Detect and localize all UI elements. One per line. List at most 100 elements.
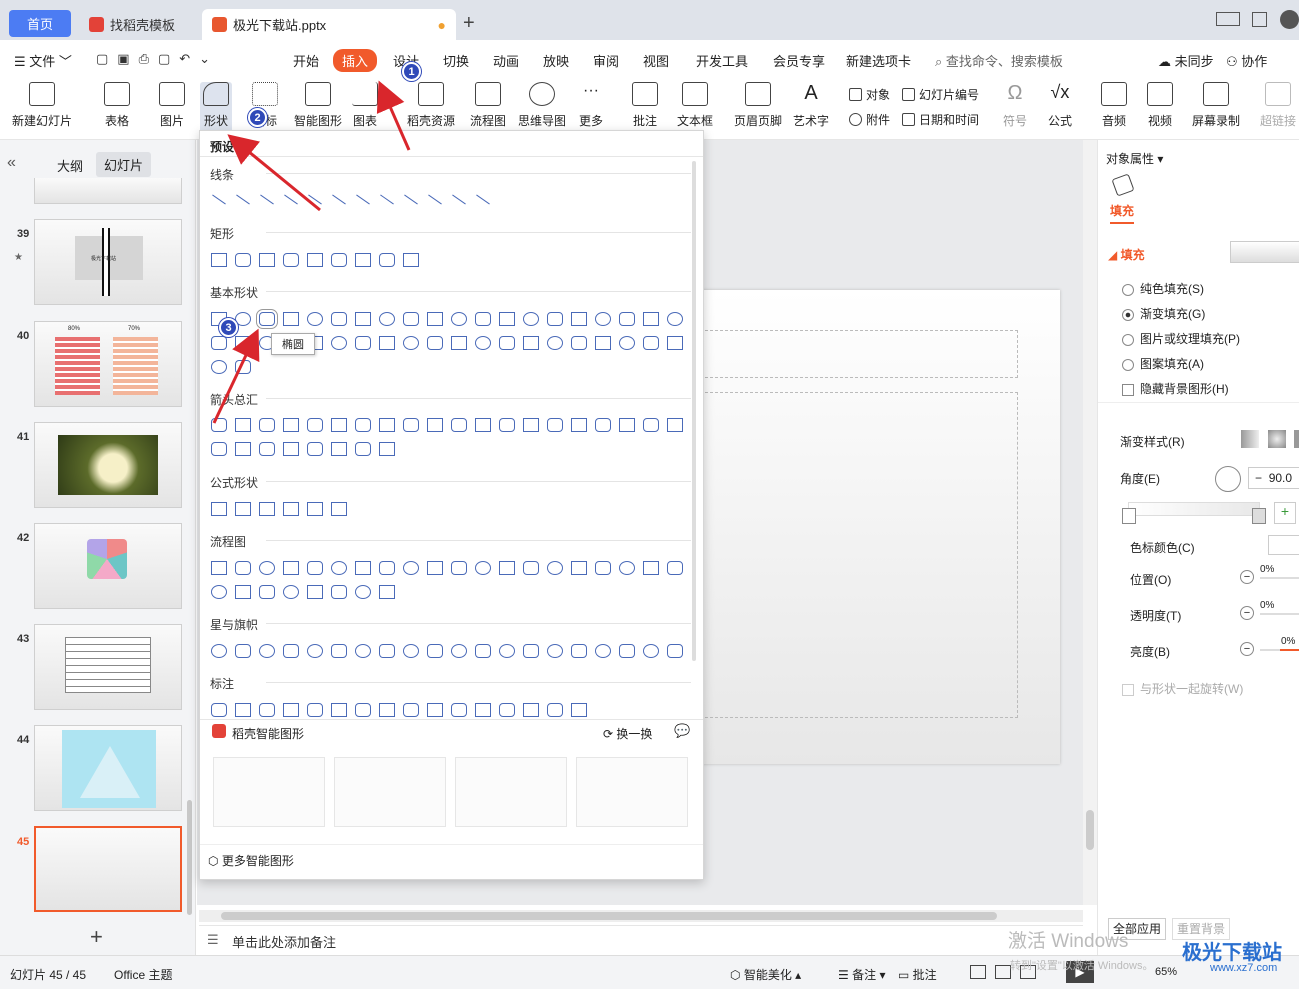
smart-beautify-button[interactable]: ⬡ 智能美化 ▴ xyxy=(730,966,801,983)
flowchart-shape-6[interactable] xyxy=(331,561,347,575)
menu-review[interactable]: 审阅 xyxy=(593,51,619,70)
hyperlink-button[interactable]: 超链接 xyxy=(1260,82,1296,129)
more-smart-shapes-link[interactable]: ⬡ 更多智能图形 xyxy=(208,852,294,869)
line-shape-3[interactable] xyxy=(260,194,274,205)
line-shape-1[interactable] xyxy=(212,194,226,205)
arrow-shape-19[interactable] xyxy=(643,418,659,432)
callout-shape-9[interactable] xyxy=(403,703,419,717)
left-scrollbar[interactable] xyxy=(187,800,192,915)
equation-shape-3[interactable] xyxy=(259,502,275,516)
flowchart-shape-23[interactable] xyxy=(259,585,275,599)
object-button[interactable]: 对象 xyxy=(849,86,890,103)
layout-icon[interactable] xyxy=(1216,12,1240,26)
arrow-shape-21[interactable] xyxy=(211,442,227,456)
basic-shape-34[interactable] xyxy=(523,336,539,350)
normal-view-icon[interactable] xyxy=(970,965,986,979)
slide-thumb-44[interactable] xyxy=(34,725,182,811)
rect-shape-4[interactable] xyxy=(283,253,299,267)
tab-home[interactable]: 首页 xyxy=(9,10,71,37)
flowchart-shape-1[interactable] xyxy=(211,561,227,575)
arrow-shape-14[interactable] xyxy=(523,418,539,432)
star-shape-17[interactable] xyxy=(595,644,611,658)
angle-dial[interactable] xyxy=(1215,466,1241,492)
search-input[interactable]: ⌕ 查找命令、搜索模板 xyxy=(935,51,1063,70)
gradient-bar[interactable] xyxy=(1128,502,1260,516)
basic-shape-6[interactable] xyxy=(331,312,347,326)
basic-shape-38[interactable] xyxy=(619,336,635,350)
tab-fill[interactable]: 填充 xyxy=(1110,202,1135,224)
slide-thumb-38[interactable] xyxy=(34,178,182,204)
line-shape-2[interactable] xyxy=(236,194,250,205)
slide-thumb-43[interactable] xyxy=(34,624,182,710)
hide-bg-checkbox[interactable]: 隐藏背景图形(H) xyxy=(1122,380,1229,397)
smart-shape-card-3[interactable] xyxy=(455,757,567,827)
datetime-button[interactable]: 日期和时间 xyxy=(902,111,979,128)
gradient-stop-right[interactable] xyxy=(1252,508,1266,524)
flowchart-shape-19[interactable] xyxy=(643,561,659,575)
basic-shape-30[interactable] xyxy=(427,336,443,350)
line-shape-10[interactable] xyxy=(428,194,442,205)
callout-shape-3[interactable] xyxy=(259,703,275,717)
arrow-shape-24[interactable] xyxy=(283,442,299,456)
equation-shape-1[interactable] xyxy=(211,502,227,516)
v-scrollbar[interactable] xyxy=(1083,140,1097,905)
line-shape-9[interactable] xyxy=(404,194,418,205)
callout-shape-5[interactable] xyxy=(307,703,323,717)
flowchart-shape-28[interactable] xyxy=(379,585,395,599)
flowchart-shape-16[interactable] xyxy=(571,561,587,575)
line-shape-5[interactable] xyxy=(308,194,322,205)
basic-shape-36[interactable] xyxy=(571,336,587,350)
table-button[interactable]: 表格 xyxy=(104,82,130,129)
star-shape-4[interactable] xyxy=(283,644,299,658)
basic-shape-41[interactable] xyxy=(211,360,227,374)
slide-thumb-45[interactable] xyxy=(34,826,182,912)
gradient-linear-option[interactable] xyxy=(1241,430,1259,448)
stop-color-picker[interactable] xyxy=(1268,535,1299,555)
smart-shape-card-2[interactable] xyxy=(334,757,446,827)
flowchart-shape-21[interactable] xyxy=(211,585,227,599)
tab-template[interactable]: 找稻壳模板 xyxy=(79,9,199,40)
line-shape-12[interactable] xyxy=(476,194,490,205)
rect-shape-5[interactable] xyxy=(307,253,323,267)
menu-member[interactable]: 会员专享 xyxy=(773,51,825,70)
add-slide-icon[interactable]: + xyxy=(90,924,103,950)
basic-shape-28[interactable] xyxy=(379,336,395,350)
wordart-button[interactable]: A 艺术字 xyxy=(793,82,829,129)
gradient-stop-left[interactable] xyxy=(1122,508,1136,524)
basic-shape-13[interactable] xyxy=(499,312,515,326)
basic-shape-18[interactable] xyxy=(619,312,635,326)
tab-file[interactable]: 极光下载站.pptx ● xyxy=(202,9,456,40)
sorter-view-icon[interactable] xyxy=(995,965,1011,979)
chart-button[interactable]: 图表 xyxy=(352,82,378,129)
arrow-shape-6[interactable] xyxy=(331,418,347,432)
star-shape-20[interactable] xyxy=(667,644,683,658)
flowchart-shape-11[interactable] xyxy=(451,561,467,575)
callout-shape-7[interactable] xyxy=(355,703,371,717)
flowchart-shape-2[interactable] xyxy=(235,561,251,575)
flowchart-shape-15[interactable] xyxy=(547,561,563,575)
callout-shape-15[interactable] xyxy=(547,703,563,717)
basic-shape-29[interactable] xyxy=(403,336,419,350)
basic-shape-20[interactable] xyxy=(667,312,683,326)
arrow-shape-7[interactable] xyxy=(355,418,371,432)
star-shape-11[interactable] xyxy=(451,644,467,658)
flowchart-shape-4[interactable] xyxy=(283,561,299,575)
basic-shape-8[interactable] xyxy=(379,312,395,326)
menu-file[interactable]: ☰ 文件 ﹀ xyxy=(14,51,72,70)
attachment-button[interactable]: 附件 xyxy=(849,111,890,128)
shapes-scrollbar[interactable] xyxy=(692,161,696,661)
flowchart-shape-10[interactable] xyxy=(427,561,443,575)
angle-input[interactable]: − 90.0 xyxy=(1248,467,1299,489)
notes-bar[interactable]: ☰ 单击此处添加备注 xyxy=(199,925,1083,953)
feedback-icon[interactable]: 💬 xyxy=(674,723,690,739)
tab-slides[interactable]: 幻灯片 xyxy=(96,152,152,177)
picture-button[interactable]: 图片 xyxy=(159,82,185,129)
arrow-shape-15[interactable] xyxy=(547,418,563,432)
rect-shape-3[interactable] xyxy=(259,253,275,267)
basic-shape-39[interactable] xyxy=(643,336,659,350)
flowchart-shape-25[interactable] xyxy=(307,585,323,599)
flowchart-shape-9[interactable] xyxy=(403,561,419,575)
menu-slideshow[interactable]: 放映 xyxy=(543,51,569,70)
callout-shape-10[interactable] xyxy=(427,703,443,717)
flowchart-button[interactable]: 流程图 xyxy=(470,82,506,129)
